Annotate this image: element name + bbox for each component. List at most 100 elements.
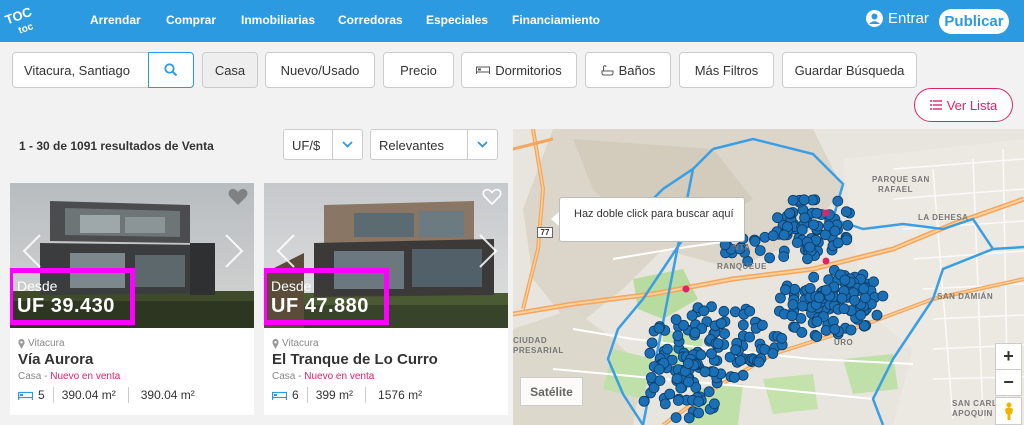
listing-title[interactable]: El Tranque de Lo Curro [272,351,438,368]
property-marker[interactable] [670,314,682,325]
nav-comprar[interactable]: Comprar [166,13,216,27]
property-marker[interactable] [811,316,823,327]
property-marker[interactable] [868,276,880,288]
property-marker[interactable] [871,309,883,321]
property-marker[interactable] [858,283,870,295]
property-marker[interactable] [653,363,665,375]
property-marker[interactable] [829,323,841,335]
property-marker[interactable] [787,299,799,310]
property-marker[interactable] [683,412,695,424]
search-input[interactable] [13,53,148,87]
property-marker[interactable] [808,271,820,283]
chevron-right-icon[interactable] [476,233,500,269]
property-marker[interactable] [646,337,658,349]
satellite-toggle[interactable]: Satélite [520,377,583,406]
chevron-right-icon[interactable] [222,233,246,269]
property-marker[interactable] [719,328,731,340]
highlighted-marker[interactable] [822,209,830,217]
property-marker[interactable] [811,331,823,342]
property-marker[interactable] [819,229,831,241]
property-marker[interactable] [672,330,684,342]
property-marker[interactable] [705,348,717,360]
property-marker[interactable] [840,206,852,218]
property-marker[interactable] [699,366,711,378]
property-marker[interactable] [664,388,676,400]
zoom-in-button[interactable]: + [995,343,1022,370]
property-marker[interactable] [849,294,861,306]
nav-inmobiliarias[interactable]: Inmobiliarias [241,13,315,27]
property-marker[interactable] [715,317,727,329]
property-marker[interactable] [756,319,768,331]
sort-select[interactable]: Relevantes [370,129,498,160]
property-marker[interactable] [842,220,854,231]
nav-arrendar[interactable]: Arrendar [90,13,141,27]
property-marker[interactable] [877,290,889,302]
listing-title[interactable]: Vía Aurora [18,351,93,368]
property-marker[interactable] [698,305,710,317]
property-marker[interactable] [778,229,790,241]
property-marker[interactable] [682,376,694,388]
toctoc-logo[interactable]: TOC toc [4,6,42,36]
property-marker[interactable] [799,212,811,224]
property-marker[interactable] [787,194,799,206]
highlighted-marker[interactable] [682,285,690,293]
property-marker[interactable] [838,303,850,315]
nav-especiales[interactable]: Especiales [426,13,488,27]
property-marker[interactable] [829,225,841,237]
property-marker[interactable] [703,386,715,398]
login-link[interactable]: Entrar [866,10,929,27]
property-marker[interactable] [778,251,790,262]
street-view-pegman[interactable] [995,397,1022,425]
filter-condition[interactable]: Nuevo/Usado [265,52,375,88]
property-marker[interactable] [659,398,671,410]
property-marker[interactable] [784,207,796,219]
property-marker[interactable] [638,395,650,407]
results-map[interactable] [513,129,1024,425]
property-marker[interactable] [693,396,705,408]
favorite-heart-icon[interactable] [228,188,248,206]
listing-photo[interactable]: Desde UF 39.430 [10,183,254,328]
property-marker[interactable] [654,375,666,387]
property-marker[interactable] [767,230,779,242]
nav-corredoras[interactable]: Corredoras [338,13,403,27]
property-marker[interactable] [671,373,683,385]
property-marker[interactable] [712,338,724,350]
property-marker[interactable] [644,347,656,359]
listing-card[interactable]: Desde UF 47.880 Vitacura El Tranque de L… [264,183,508,415]
highlighted-marker[interactable] [822,257,830,265]
property-marker[interactable] [786,310,798,322]
nav-financiamiento[interactable]: Financiamiento [512,13,600,27]
property-marker[interactable] [718,305,730,317]
save-search-button[interactable]: Guardar Búsqueda [782,52,917,88]
property-marker[interactable] [802,253,813,265]
property-marker[interactable] [744,305,756,317]
property-marker[interactable] [728,371,740,383]
property-marker[interactable] [737,319,749,331]
property-marker[interactable] [693,407,705,419]
listing-photo[interactable]: Desde UF 47.880 [264,183,508,328]
property-marker[interactable] [836,292,848,304]
property-marker[interactable] [832,195,844,207]
property-marker[interactable] [695,349,707,361]
property-marker[interactable] [670,412,682,424]
property-marker[interactable] [796,326,808,338]
filter-bedrooms[interactable]: Dormitorios [461,52,577,88]
search-button[interactable] [148,52,194,88]
property-marker[interactable] [734,355,746,367]
property-marker[interactable] [749,235,761,247]
property-marker[interactable] [730,344,742,356]
property-marker[interactable] [754,245,766,256]
zoom-out-button[interactable]: − [995,369,1022,396]
more-filters-button[interactable]: Más Filtros [679,52,774,88]
property-marker[interactable] [767,348,779,359]
property-marker[interactable] [776,332,788,344]
property-marker[interactable] [808,219,820,231]
property-marker[interactable] [653,322,665,334]
property-marker[interactable] [855,309,867,321]
filter-bathrooms[interactable]: Baños [585,52,671,88]
favorite-heart-icon[interactable] [482,188,502,206]
property-marker[interactable] [797,300,809,312]
property-marker[interactable] [772,212,783,224]
property-marker[interactable] [791,237,803,248]
currency-select[interactable]: UF/$ [283,129,363,160]
